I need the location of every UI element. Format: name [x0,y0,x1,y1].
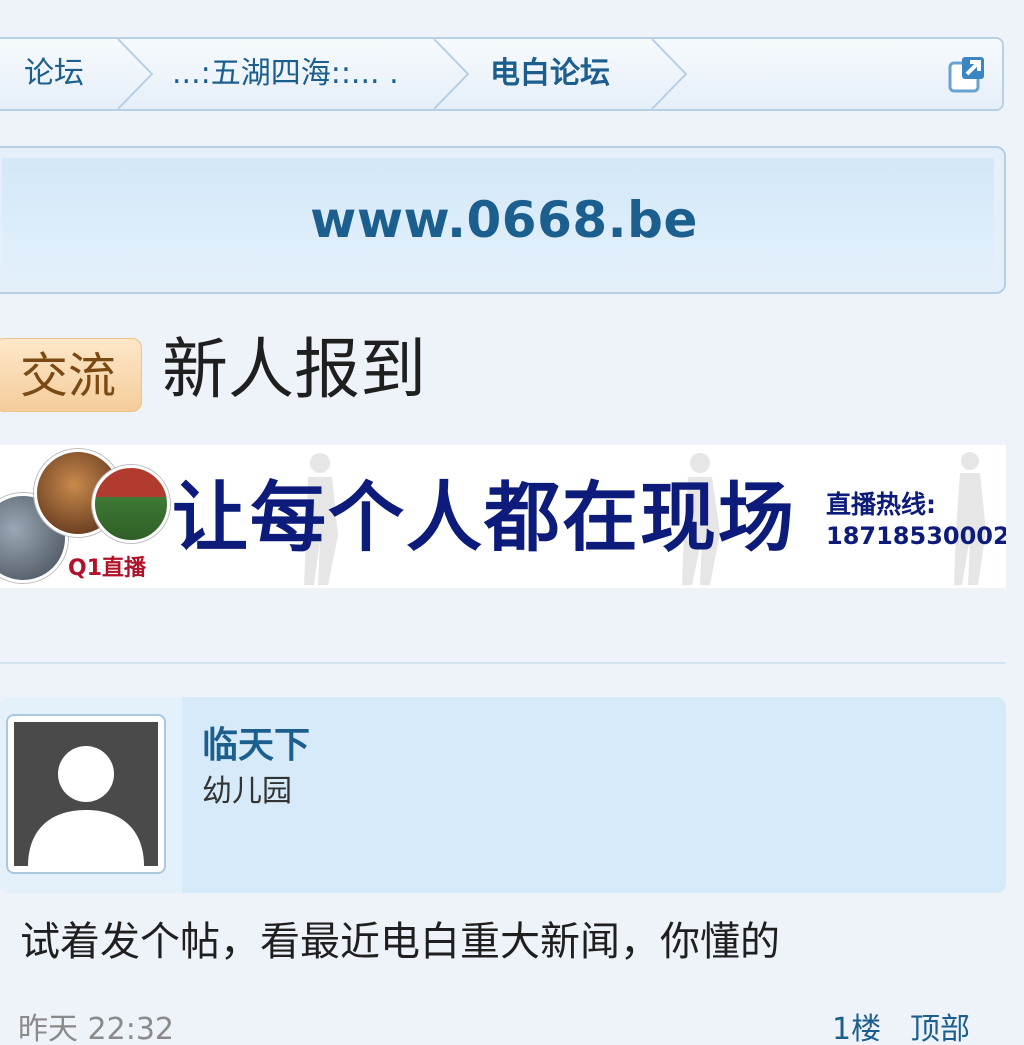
breadcrumb: 论坛 ...:五湖四海::... . 电白论坛 [0,37,1004,111]
post-header [0,697,1006,893]
chevron-right-icon [651,39,688,109]
ad-hotline-number: 18718530002 [826,522,1006,550]
breadcrumb-category-link[interactable]: ...:五湖四海::... . [172,39,399,109]
post-time: 昨天 22:32 [18,1012,174,1045]
avatar-column [0,697,182,893]
post-author[interactable]: 临天下 [202,716,310,768]
floor-number[interactable]: 1楼 [832,1004,881,1045]
site-url[interactable]: www.0668.be [298,191,698,249]
post-content: 试着发个帖，看最近电白重大新闻，你懂的 [20,919,780,965]
ad-logo: Q1直播 [68,556,147,581]
ad-photo-field [92,465,170,543]
back-to-top-link[interactable]: 顶部 [910,1004,970,1045]
silhouette-watermark-icon [954,452,986,585]
site-banner[interactable]: www.0668.be [0,146,1006,294]
chevron-right-icon [117,39,154,109]
avatar[interactable] [6,714,166,874]
category-badge[interactable]: 交流 [0,338,142,412]
divider [0,662,1006,664]
user-group: 幼儿园 [202,774,292,809]
breadcrumb-forum-link[interactable]: 论坛 [24,39,84,109]
breadcrumb-current-forum[interactable]: 电白论坛 [490,39,610,109]
chevron-right-icon [433,39,470,109]
ad-hotline-label: 直播热线: [826,490,936,519]
thread-title: 新人报到 [162,331,426,408]
ad-banner[interactable]: Q1直播 让每个人都在现场 直播热线: 18718530002 [0,445,1006,588]
default-avatar-icon [14,722,158,866]
ad-slogan: 让每个人都在现场 [172,473,796,562]
popout-icon[interactable] [948,55,986,93]
